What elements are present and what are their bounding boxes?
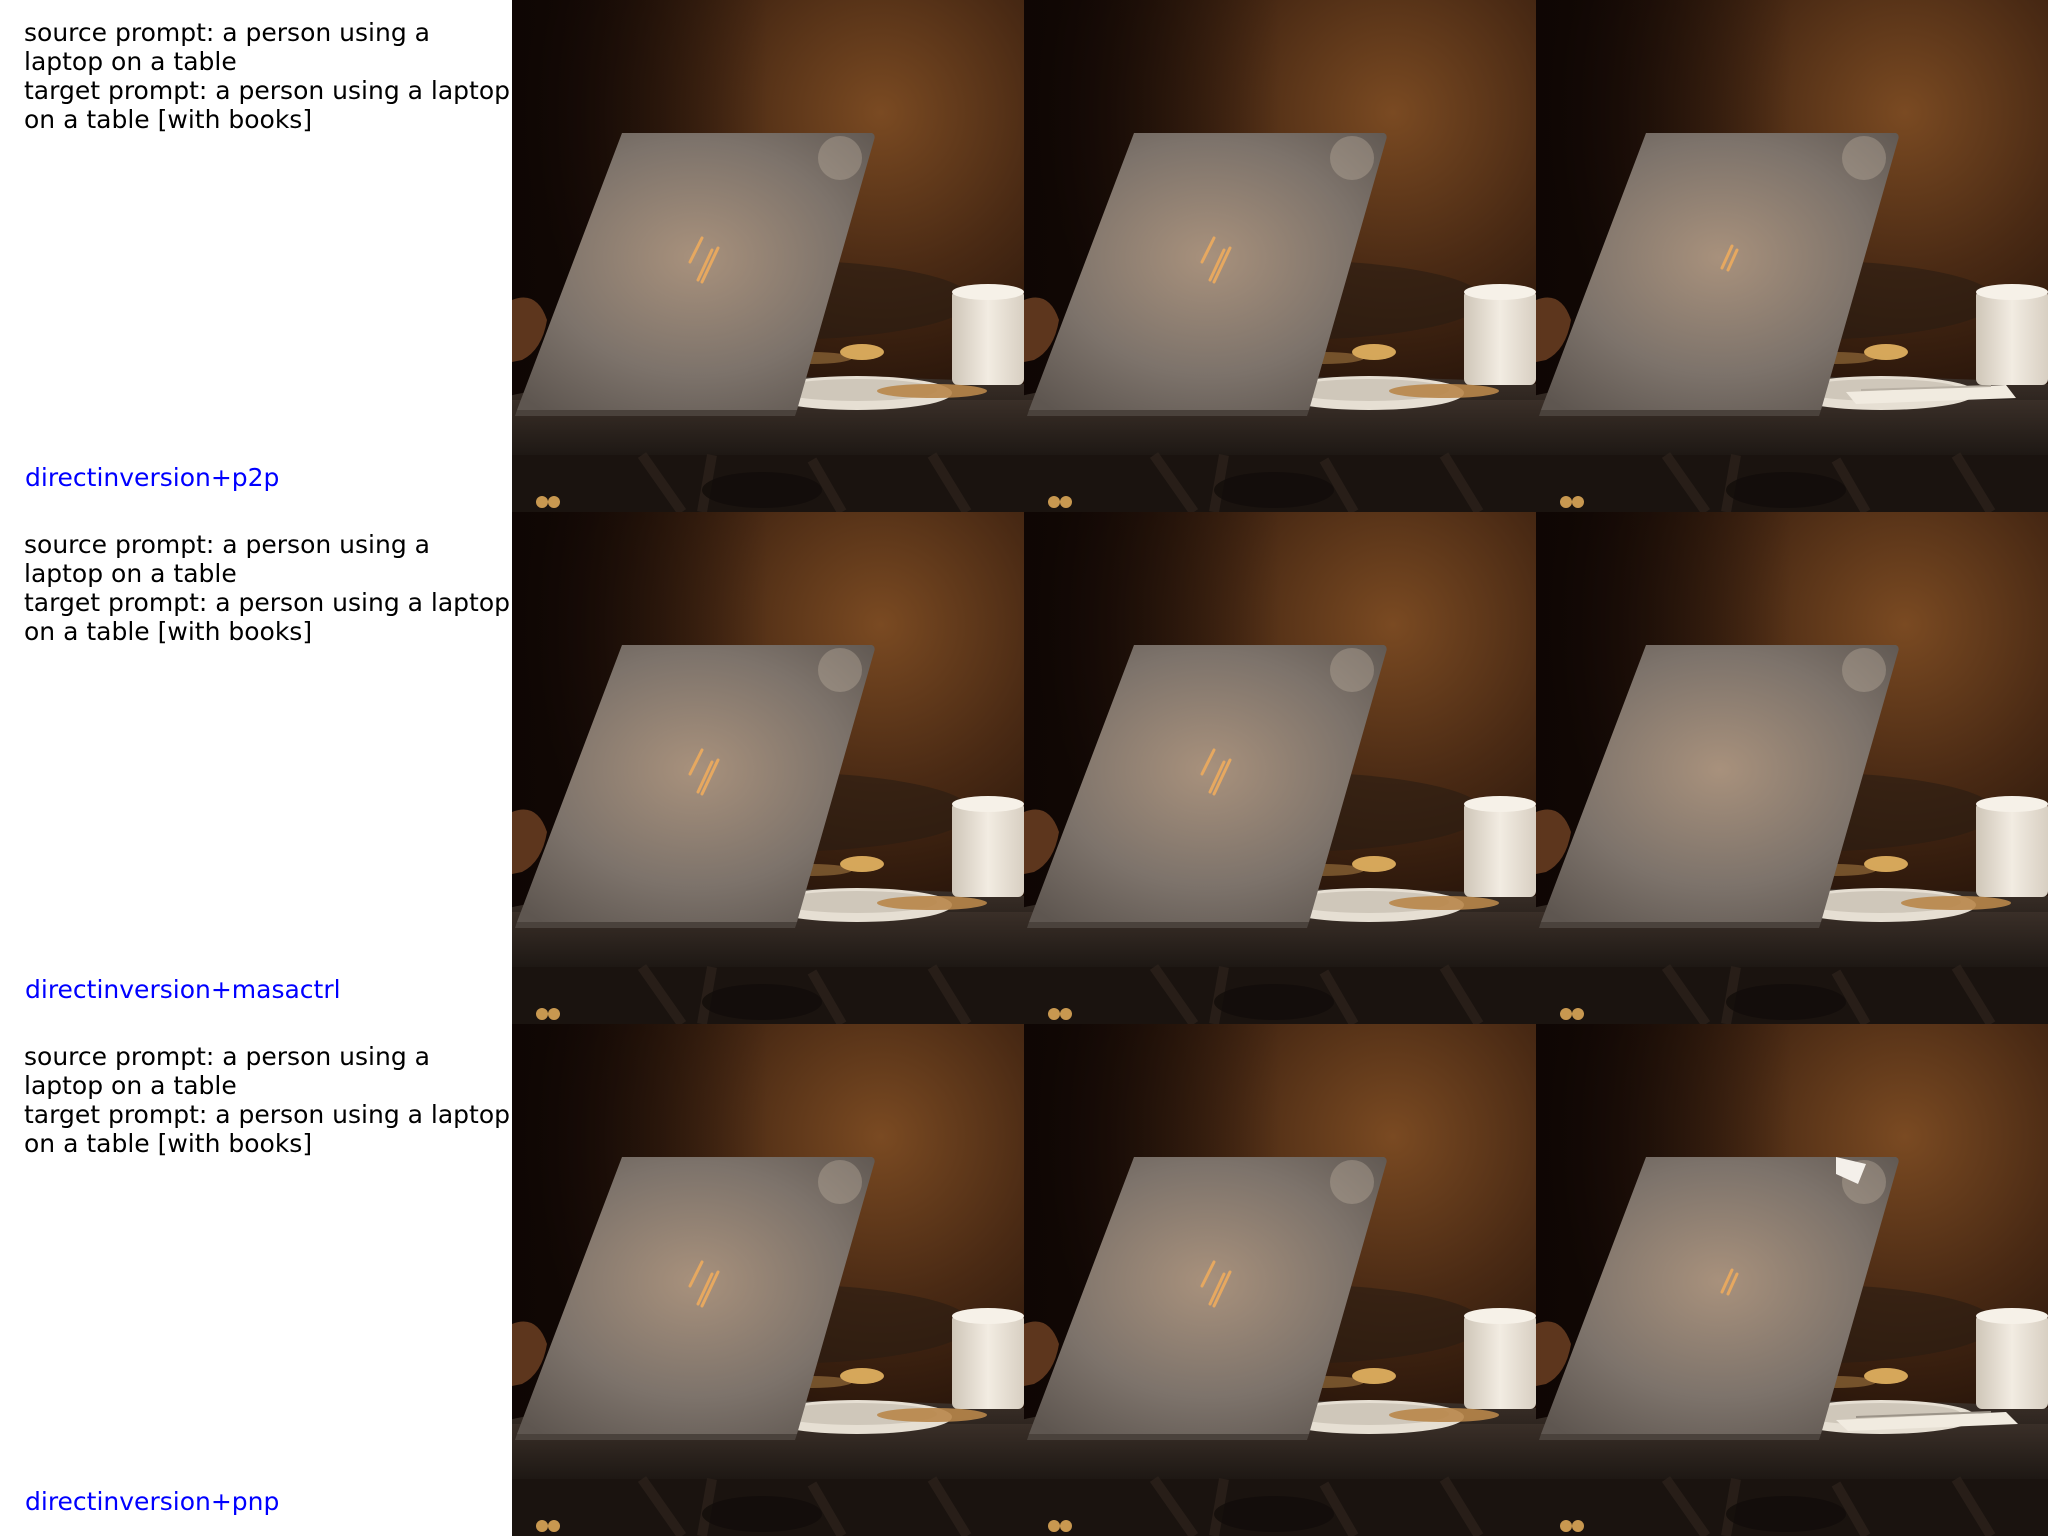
caption-panel: source prompt: a person using a laptop o… (0, 0, 512, 512)
prompt-text: source prompt: a person using a laptop o… (24, 1042, 512, 1158)
method-label: directinversion+masactrl (25, 975, 341, 1004)
target-prompt: target prompt: a person using a laptop o… (24, 1100, 510, 1158)
source-prompt: source prompt: a person using a laptop o… (24, 18, 430, 76)
edited-image (1536, 0, 2048, 512)
result-row-pnp: source prompt: a person using a laptop o… (0, 1024, 2048, 1536)
source-prompt: source prompt: a person using a laptop o… (24, 1042, 430, 1100)
target-prompt: target prompt: a person using a laptop o… (24, 588, 510, 646)
prompt-text: source prompt: a person using a laptop o… (24, 18, 512, 134)
edited-image (1536, 1024, 2048, 1536)
source-image (512, 0, 1024, 512)
comparison-grid: source prompt: a person using a laptop o… (0, 0, 2048, 1536)
source-prompt: source prompt: a person using a laptop o… (24, 530, 430, 588)
reconstruction-image (1024, 0, 1536, 512)
method-label: directinversion+p2p (25, 463, 280, 492)
result-row-p2p: source prompt: a person using a laptop o… (0, 0, 2048, 512)
caption-panel: source prompt: a person using a laptop o… (0, 512, 512, 1024)
result-row-masactrl: source prompt: a person using a laptop o… (0, 512, 2048, 1024)
edited-image (1536, 512, 2048, 1024)
target-prompt: target prompt: a person using a laptop o… (24, 76, 510, 134)
prompt-text: source prompt: a person using a laptop o… (24, 530, 512, 646)
reconstruction-image (1024, 512, 1536, 1024)
source-image (512, 512, 1024, 1024)
caption-panel: source prompt: a person using a laptop o… (0, 1024, 512, 1536)
method-label: directinversion+pnp (25, 1487, 280, 1516)
source-image (512, 1024, 1024, 1536)
reconstruction-image (1024, 1024, 1536, 1536)
